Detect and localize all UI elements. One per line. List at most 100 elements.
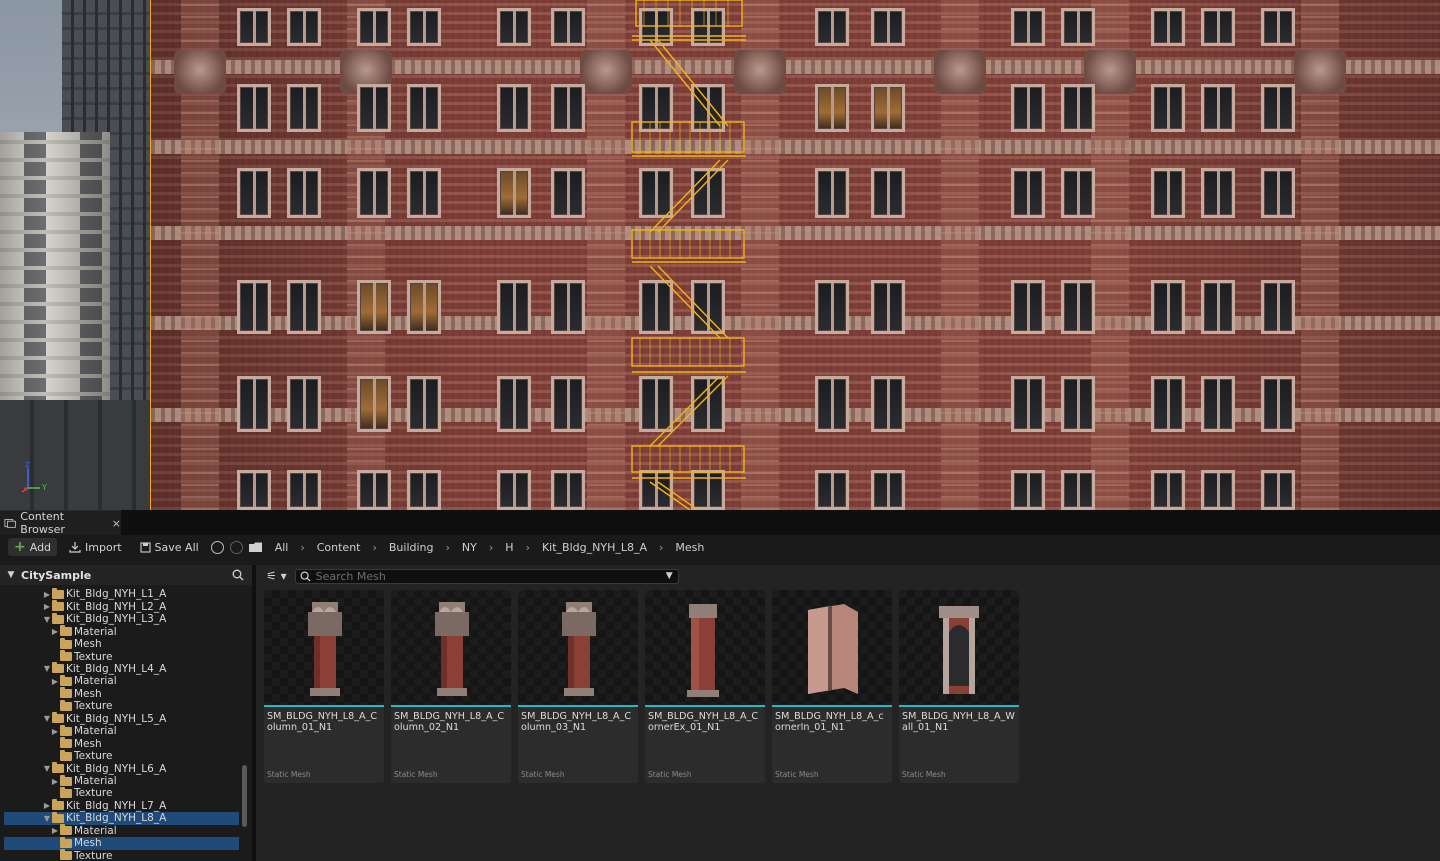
tree-item[interactable]: ▶ Material [4,774,240,788]
folder-icon[interactable] [248,542,263,553]
content-browser-panel: Content Browser × + Add Import Save All … [0,510,1440,861]
fire-escape-selected[interactable] [630,0,748,510]
facade-window [1151,168,1185,218]
facade-window [1011,8,1045,46]
search-input[interactable] [315,569,656,583]
tree-item[interactable]: Texture [4,650,240,663]
breadcrumb-item[interactable]: Kit_Bldg_NYH_L8_A [536,541,653,554]
tree-item[interactable]: Mesh [4,836,239,850]
facade-window [551,8,585,46]
breadcrumb-item[interactable]: Building [383,541,440,554]
tree-item[interactable]: ▼ Kit_Bldg_NYH_L6_A [4,762,240,775]
folder-icon [60,687,72,699]
tree-item[interactable]: ▼ Kit_Bldg_NYH_L4_A [4,662,240,676]
chevron-down-icon[interactable]: ▼ [42,615,52,624]
asset-name: SM_BLDG_NYH_L8_A_cornerIn_01_N1 [775,711,884,733]
tree-item[interactable]: Texture [4,699,240,713]
tree-item[interactable]: ▶ Material [4,724,240,738]
breadcrumb-item[interactable]: Content [311,541,367,554]
background-white-building [0,132,110,432]
chevron-right-icon[interactable]: ▶ [50,826,60,835]
asset-tile[interactable]: SM_BLDG_NYH_L8_A_CornerEx_01_N1 Static Me… [645,590,765,783]
tree-item-label: Kit_Bldg_NYH_L5_A [66,712,167,725]
asset-tile[interactable]: SM_BLDG_NYH_L8_A_cornerIn_01_N1 Static Me… [772,590,892,783]
facade-window [287,376,321,432]
folder-icon [60,737,72,749]
tree-item[interactable]: ▼ Kit_Bldg_NYH_L5_A [4,712,240,726]
chevron-right-icon[interactable]: ▶ [50,727,60,736]
add-button[interactable]: + Add [8,538,58,556]
facade-window [815,8,849,46]
chevron-right-icon[interactable]: › [366,541,382,554]
search-box[interactable]: ▼ [294,568,679,584]
chevron-right-icon[interactable]: › [440,541,456,554]
tree-item[interactable]: ▼ Kit_Bldg_NYH_L8_A [4,811,239,825]
chevron-down-icon[interactable]: ▼ [666,571,673,581]
asset-tile[interactable]: SM_BLDG_NYH_L8_A_Wall_01_N1 Static Mesh [899,590,1019,783]
tree-scrollbar[interactable] [242,765,247,827]
breadcrumb-item[interactable]: Mesh [669,541,710,554]
chevron-right-icon[interactable]: › [294,541,310,554]
tree-item[interactable]: ▶ Material [4,625,240,638]
facade-window [1261,84,1295,132]
folder-icon [52,799,64,811]
facade-window [1061,8,1095,46]
chevron-right-icon[interactable]: ▶ [42,801,52,810]
save-all-button[interactable]: Save All [134,538,205,556]
chevron-down-icon[interactable]: ▼ [42,714,52,723]
chevron-right-icon[interactable]: ▶ [50,627,60,636]
tree-item[interactable]: Mesh [4,637,240,651]
chevron-down-icon[interactable]: ▼ [42,764,52,773]
tree-item[interactable]: ▶ Kit_Bldg_NYH_L7_A [4,799,240,813]
import-button[interactable]: Import [63,538,128,556]
chevron-right-icon[interactable]: ▶ [42,602,52,611]
facade-window [1201,8,1235,46]
breadcrumb-item[interactable]: H [499,541,519,554]
tree-item-label: Material [74,625,117,638]
tree-item-label: Kit_Bldg_NYH_L8_A [66,812,167,825]
tree-item[interactable]: ▶ Material [4,674,240,688]
chevron-right-icon[interactable]: ▶ [50,777,60,786]
folder-icon [60,699,72,711]
tree-item[interactable]: Mesh [4,687,240,701]
facade-window [287,8,321,46]
tab-content-browser[interactable]: Content Browser × [0,510,121,536]
chevron-down-icon[interactable]: ▼ [42,814,52,823]
breadcrumb-item[interactable]: All [269,541,295,554]
tree-item[interactable]: ▼ Kit_Bldg_NYH_L3_A [4,612,240,626]
chevron-down-icon[interactable]: ▼ [42,664,52,673]
tree-item[interactable]: Texture [4,786,240,800]
breadcrumb-item[interactable]: NY [456,541,483,554]
facade-window [815,84,849,132]
chevron-right-icon[interactable]: › [520,541,536,554]
facade-window [815,376,849,432]
facade-window [237,280,271,334]
facade-window [1011,84,1045,132]
forward-icon[interactable] [229,540,243,554]
chevron-right-icon[interactable]: › [483,541,499,554]
chevron-down-icon[interactable]: ▼ [6,570,16,580]
chevron-right-icon[interactable]: › [653,541,669,554]
close-icon[interactable]: × [112,517,121,530]
facade-window [1011,470,1045,510]
building-facade[interactable] [150,0,1440,510]
asset-tile[interactable]: SM_BLDG_NYH_L8_A_Column_02_N1 Static Mesh [391,590,511,783]
tree-header[interactable]: ▼ CitySample [0,565,252,585]
tree-item[interactable]: ▶ Kit_Bldg_NYH_L2_A [4,600,240,613]
asset-tile[interactable]: SM_BLDG_NYH_L8_A_Column_03_N1 Static Mesh [518,590,638,783]
level-viewport[interactable]: x Y Z [0,0,1440,510]
back-icon[interactable] [210,540,224,554]
tree-item[interactable]: Texture [4,749,240,763]
tree-item[interactable]: ▶ Material [4,824,240,838]
tree-item-label: Material [74,775,117,787]
tree-item[interactable]: Texture [4,849,240,861]
tree-item[interactable]: ▶ Kit_Bldg_NYH_L1_A [4,588,240,601]
search-icon[interactable] [232,569,244,581]
chevron-right-icon[interactable]: ▶ [50,677,60,686]
facade-window [497,8,531,46]
chevron-right-icon[interactable]: ▶ [42,590,52,599]
tree-item[interactable]: Mesh [4,737,240,750]
folder-icon [60,836,72,848]
filter-icon[interactable]: ⚟ ▾ [266,569,287,583]
asset-tile[interactable]: SM_BLDG_NYH_L8_A_Column_01_N1 Static Mesh [264,590,384,783]
